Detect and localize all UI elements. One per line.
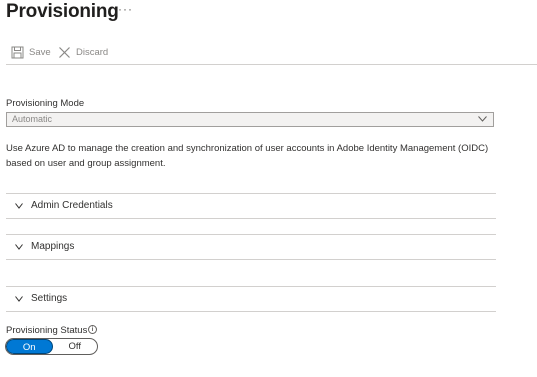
section-label: Settings (31, 293, 68, 304)
chevron-down-icon (478, 116, 487, 122)
section-admin-credentials[interactable]: Admin Credentials (6, 193, 496, 219)
section-label: Admin Credentials (31, 200, 113, 211)
save-label: Save (29, 46, 51, 58)
chevron-down-icon (15, 203, 23, 209)
provisioning-description: Use Azure AD to manage the creation and … (6, 143, 489, 169)
close-icon (59, 46, 70, 58)
provisioning-mode-label: Provisioning Mode (6, 98, 85, 109)
discard-button[interactable]: Discard (58, 44, 108, 60)
section-divider (6, 311, 496, 312)
chevron-down-icon (15, 244, 23, 250)
provisioning-mode-select[interactable]: Automatic (6, 112, 494, 127)
section-divider (6, 259, 496, 260)
provisioning-status-label: Provisioning Status (6, 325, 88, 336)
discard-label: Discard (76, 46, 109, 58)
section-label: Mappings (31, 241, 75, 252)
save-icon (11, 46, 24, 58)
provisioning-mode-value: Automatic (12, 114, 53, 124)
toggle-off-option[interactable]: Off (53, 339, 98, 354)
section-divider (6, 193, 496, 194)
more-options-button[interactable]: ··· (118, 2, 133, 16)
info-icon[interactable]: i (88, 325, 97, 334)
chevron-down-icon (15, 296, 23, 302)
save-button[interactable]: Save (11, 44, 51, 60)
section-settings[interactable]: Settings (6, 286, 496, 312)
section-divider (6, 218, 496, 219)
section-divider (6, 286, 496, 287)
section-divider (6, 234, 496, 235)
toolbar-divider (6, 64, 537, 65)
provisioning-status-toggle[interactable]: On Off (5, 338, 98, 355)
section-mappings[interactable]: Mappings (6, 234, 496, 260)
toggle-on-option[interactable]: On (6, 339, 53, 354)
page-title: Provisioning (6, 1, 119, 22)
